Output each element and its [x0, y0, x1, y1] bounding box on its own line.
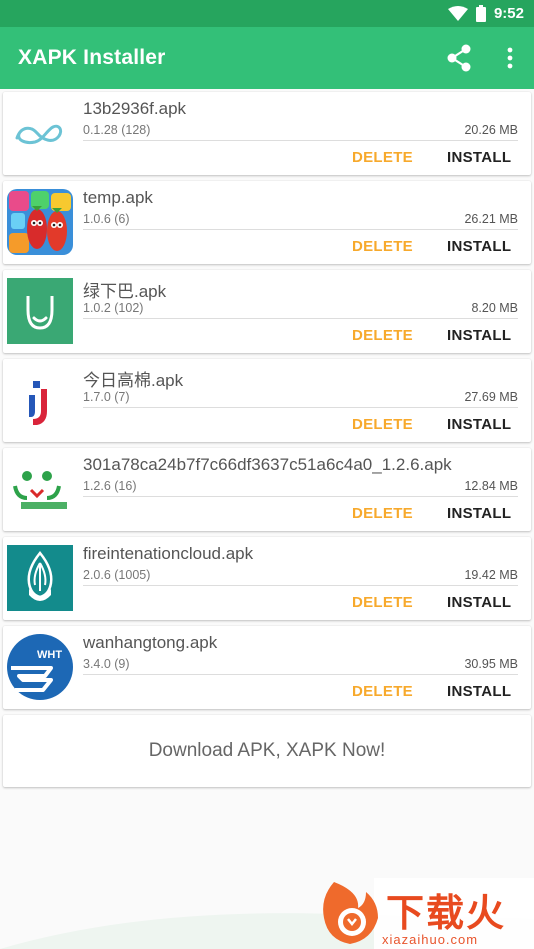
more-options-icon[interactable]	[500, 43, 520, 73]
apk-list: 13b2936f.apk 0.1.28 (128) 20.26 MB DELET…	[3, 92, 531, 787]
health-app-icon	[7, 456, 73, 522]
watermark-brand: 下载火	[386, 891, 507, 935]
delete-button[interactable]: DELETE	[352, 238, 413, 255]
list-item: 绿下巴.apk 1.0.2 (102) 8.20 MB DELETE INSTA…	[3, 270, 531, 353]
divider	[83, 318, 518, 319]
apk-name: 13b2936f.apk	[83, 99, 187, 118]
install-button[interactable]: INSTALL	[447, 149, 511, 166]
apk-name: wanhangtong.apk	[83, 633, 218, 652]
fire-shield-icon	[7, 545, 73, 611]
apk-name: 今日高棉.apk	[83, 371, 184, 390]
apk-size: 30.95 MB	[464, 657, 518, 671]
install-button[interactable]: INSTALL	[447, 238, 511, 255]
download-banner-text: Download APK, XAPK Now!	[148, 740, 386, 761]
apk-version: 1.0.6 (6)	[83, 212, 130, 226]
install-button[interactable]: INSTALL	[447, 683, 511, 700]
clock: 9:52	[493, 5, 524, 22]
apk-name: temp.apk	[83, 188, 153, 207]
apk-version: 1.2.6 (16)	[83, 479, 137, 493]
app-title: XAPK Installer	[18, 46, 166, 69]
green-chin-icon	[7, 278, 73, 344]
install-button[interactable]: INSTALL	[447, 505, 511, 522]
status-bar: 9:52	[0, 0, 534, 27]
apk-size: 8.20 MB	[471, 301, 518, 315]
divider	[83, 496, 518, 497]
download-banner[interactable]: Download APK, XAPK Now!	[3, 715, 531, 787]
j-logo-icon	[7, 367, 73, 433]
delete-button[interactable]: DELETE	[352, 683, 413, 700]
wht-logo-icon: WHT	[7, 634, 73, 700]
svg-text:WHT: WHT	[37, 649, 62, 661]
apk-size: 19.42 MB	[464, 568, 518, 582]
delete-button[interactable]: DELETE	[352, 149, 413, 166]
list-item: WHT wanhangtong.apk 3.4.0 (9) 30.95 MB D…	[3, 626, 531, 709]
app-bar: XAPK Installer	[0, 27, 534, 89]
wifi-icon	[447, 5, 468, 21]
delete-button[interactable]: DELETE	[352, 327, 413, 344]
divider	[83, 140, 518, 141]
install-button[interactable]: INSTALL	[447, 416, 511, 433]
list-item: temp.apk 1.0.6 (6) 26.21 MB DELETE INSTA…	[3, 181, 531, 264]
divider	[83, 407, 518, 408]
list-item: 301a78ca24b7f7c66df3637c51a6c4a0_1.2.6.a…	[3, 448, 531, 531]
apk-version: 1.0.2 (102)	[83, 301, 144, 315]
delete-button[interactable]: DELETE	[352, 594, 413, 611]
apk-size: 20.26 MB	[464, 123, 518, 137]
apk-version: 2.0.6 (1005)	[83, 568, 151, 582]
divider	[83, 229, 518, 230]
infinity-logo-icon	[7, 100, 73, 166]
share-icon[interactable]	[444, 43, 474, 73]
list-item: 今日高棉.apk 1.7.0 (7) 27.69 MB DELETE INSTA…	[3, 359, 531, 442]
install-button[interactable]: INSTALL	[447, 594, 511, 611]
delete-button[interactable]: DELETE	[352, 416, 413, 433]
divider	[83, 585, 518, 586]
divider	[83, 674, 518, 675]
apk-name: 301a78ca24b7f7c66df3637c51a6c4a0_1.2.6.a…	[83, 455, 452, 474]
delete-button[interactable]: DELETE	[352, 505, 413, 522]
apk-name: fireintenationcloud.apk	[83, 544, 254, 563]
apk-size: 12.84 MB	[464, 479, 518, 493]
apk-size: 26.21 MB	[464, 212, 518, 226]
apk-version: 0.1.28 (128)	[83, 123, 151, 137]
list-item: 13b2936f.apk 0.1.28 (128) 20.26 MB DELET…	[3, 92, 531, 175]
apk-name: 绿下巴.apk	[83, 282, 167, 301]
battery-icon	[475, 5, 486, 22]
game-fruit-icon	[7, 189, 73, 255]
list-item: fireintenationcloud.apk 2.0.6 (1005) 19.…	[3, 537, 531, 620]
apk-version: 3.4.0 (9)	[83, 657, 130, 671]
install-button[interactable]: INSTALL	[447, 327, 511, 344]
apk-size: 27.69 MB	[464, 390, 518, 404]
watermark-url: xiazaihuo.com	[382, 932, 479, 947]
apk-version: 1.7.0 (7)	[83, 390, 130, 404]
